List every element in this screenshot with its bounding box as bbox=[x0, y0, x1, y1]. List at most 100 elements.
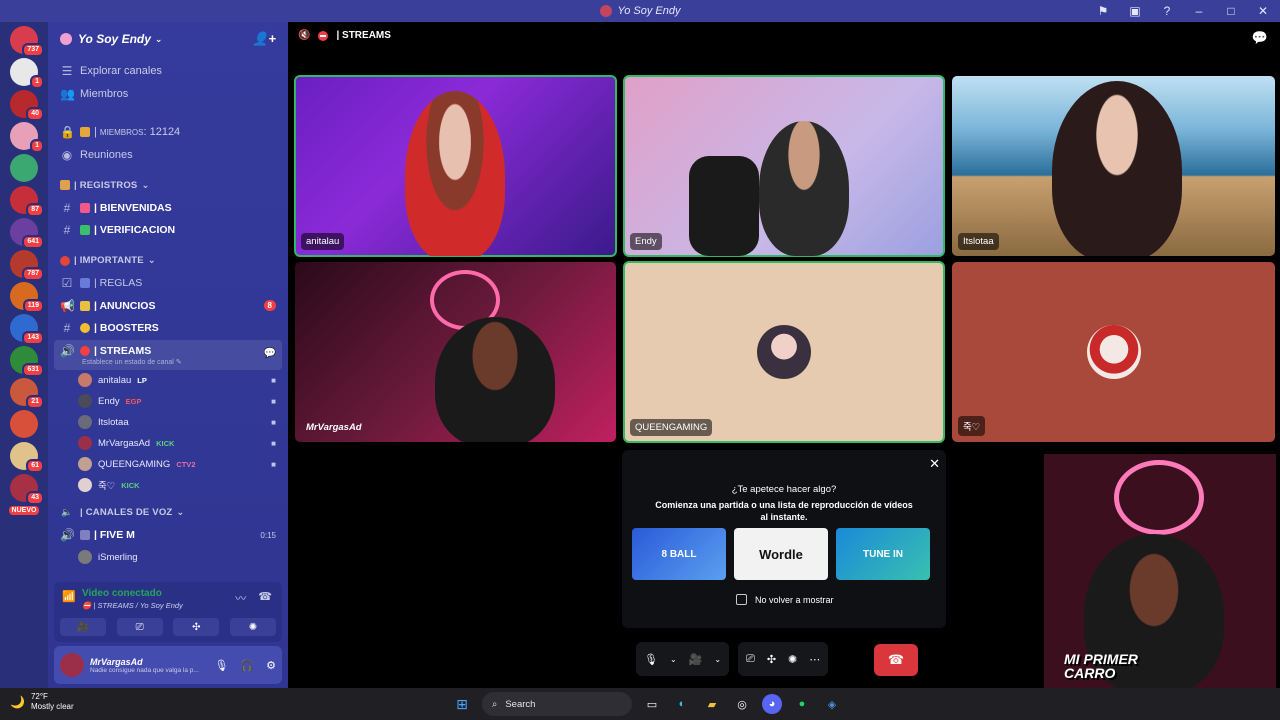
video-tile[interactable]: MrVargasAd bbox=[295, 262, 616, 442]
channel-fivem[interactable]: 🔊 | FIVE M 0:15 bbox=[48, 524, 288, 547]
activity-card-tunein[interactable]: TUNE IN bbox=[836, 528, 930, 580]
minimize-icon[interactable]: – bbox=[1190, 4, 1208, 18]
channel-status-text[interactable]: Establece un estado de canal bbox=[82, 359, 174, 366]
category-registros[interactable]: | REGISTROS ⌄ bbox=[48, 174, 288, 197]
screen-icon[interactable]: ▣ bbox=[1126, 4, 1144, 18]
activities-icon[interactable]: ✣ bbox=[767, 653, 776, 666]
sidebar-item-explore[interactable]: ☰ Explorar canales bbox=[48, 60, 288, 83]
chat-icon[interactable]: 💬 bbox=[1252, 30, 1268, 46]
microphone-icon[interactable]: 🎙 bbox=[214, 659, 228, 672]
server-icon[interactable]: 787 bbox=[10, 250, 44, 281]
voice-member[interactable]: iSmerling bbox=[48, 547, 288, 568]
more-icon[interactable]: ⋯ bbox=[809, 653, 820, 666]
server-icon[interactable]: 43 bbox=[10, 474, 44, 505]
video-tile[interactable]: Itslotaa bbox=[952, 76, 1275, 256]
channel-anuncios[interactable]: 📢 | ANUNCIOS 8 bbox=[48, 295, 288, 318]
server-icon[interactable]: 631 bbox=[10, 346, 44, 377]
settings-icon[interactable]: ⚙ bbox=[266, 659, 276, 672]
help-icon[interactable]: ? bbox=[1158, 4, 1176, 18]
microphone-icon[interactable]: 🎙 bbox=[644, 653, 658, 666]
video-tile[interactable]: 죽♡ bbox=[952, 262, 1275, 442]
guild-header[interactable]: Yo Soy Endy ⌄ 👤+ bbox=[48, 22, 288, 56]
server-icon[interactable]: 21 bbox=[10, 378, 44, 409]
server-icon[interactable] bbox=[10, 154, 38, 182]
screen-share-button[interactable]: ⎚ bbox=[116, 618, 163, 636]
server-icon[interactable]: 641 bbox=[10, 218, 44, 249]
category-label: | IMPORTANTE bbox=[74, 255, 144, 267]
spotify-icon[interactable]: ● bbox=[792, 694, 812, 714]
voice-member[interactable]: QUEENGAMING CTV2 ■ bbox=[48, 454, 288, 475]
camera-button[interactable]: 🎥 bbox=[60, 618, 106, 636]
server-icon[interactable]: 61 bbox=[10, 442, 44, 473]
maximize-icon[interactable]: □ bbox=[1222, 4, 1240, 18]
chevron-down-icon[interactable]: ⌄ bbox=[714, 655, 721, 664]
activity-card-8ball[interactable]: 8 BALL bbox=[632, 528, 726, 580]
tile-label: 죽♡ bbox=[958, 416, 986, 436]
voice-member[interactable]: Endy EGP ■ bbox=[48, 391, 288, 412]
weather-moon-icon: 🌙 bbox=[10, 695, 25, 709]
category-importante[interactable]: | IMPORTANTE ⌄ bbox=[48, 250, 288, 273]
disconnect-icon[interactable]: ☎ bbox=[258, 590, 272, 606]
camera-icon[interactable]: 🎥 bbox=[689, 653, 703, 666]
chrome-icon[interactable]: ◎ bbox=[732, 694, 752, 714]
soundboard-button[interactable]: ✺ bbox=[229, 618, 276, 636]
channel-streams[interactable]: 🔊 | STREAMS Establece un estado de canal… bbox=[54, 339, 282, 370]
invite-icon[interactable]: 👤+ bbox=[252, 31, 276, 47]
sidebar-item-member-count[interactable]: 🔒 | miembros: 12124 bbox=[48, 121, 288, 144]
server-icon[interactable]: 40 bbox=[10, 90, 44, 121]
edge-icon[interactable]: ◐ bbox=[672, 694, 692, 714]
channel-boosters[interactable]: # | BOOSTERS bbox=[48, 317, 288, 340]
server-icon[interactable]: 119 bbox=[10, 282, 44, 313]
voice-member[interactable]: Itslotaa ■ bbox=[48, 412, 288, 433]
avatar[interactable] bbox=[60, 653, 84, 677]
voice-member[interactable]: anitalau LP ■ bbox=[48, 370, 288, 391]
channel-reglas[interactable]: ☑ | REGLAS bbox=[48, 272, 288, 295]
activities-button[interactable]: ✣ bbox=[173, 618, 220, 636]
server-icon[interactable]: 737 bbox=[10, 26, 44, 57]
disconnect-button[interactable]: ☎ bbox=[874, 644, 918, 676]
channel-bienvenidas[interactable]: # | BIENVENIDAS bbox=[48, 197, 288, 220]
soundboard-icon[interactable]: ✺ bbox=[788, 653, 797, 666]
video-tile[interactable]: Endy bbox=[623, 75, 945, 257]
chevron-down-icon[interactable]: ⌄ bbox=[670, 655, 677, 664]
sidebar-item-members[interactable]: 👥 Miembros bbox=[48, 83, 288, 106]
server-icon[interactable] bbox=[10, 410, 38, 438]
inbox-flag-icon[interactable]: ⚑ bbox=[1094, 4, 1112, 18]
voice-member[interactable]: 죽♡ KICK bbox=[48, 475, 288, 496]
close-icon[interactable]: ✕ bbox=[929, 456, 940, 472]
member-name: Endy bbox=[98, 395, 120, 407]
pencil-icon[interactable]: ✎ bbox=[176, 359, 182, 366]
app-icon[interactable]: ◈ bbox=[822, 694, 842, 714]
chevron-down-icon: ⌄ bbox=[141, 179, 150, 191]
voice-member[interactable]: MrVargasAd KICK ■ bbox=[48, 433, 288, 454]
task-view-icon[interactable]: ▭ bbox=[642, 694, 662, 714]
taskbar-search[interactable]: ⌕ Search bbox=[482, 692, 632, 716]
sidebar-item-meetings[interactable]: ◉ Reuniones bbox=[48, 144, 288, 167]
chat-bubble-icon[interactable]: 💬 bbox=[264, 348, 276, 359]
video-tile[interactable]: QUEENGAMING bbox=[623, 261, 945, 443]
video-tile[interactable]: anitalau bbox=[294, 75, 617, 257]
close-window-icon[interactable]: ✕ bbox=[1254, 4, 1272, 18]
pip-stream-video[interactable]: MI PRIMER CARRO bbox=[1044, 454, 1276, 688]
headphones-icon[interactable]: 🎧 bbox=[240, 659, 254, 672]
discord-icon[interactable]: ◕ bbox=[762, 694, 782, 714]
file-explorer-icon[interactable]: ▰ bbox=[702, 694, 722, 714]
member-name: iSmerling bbox=[98, 551, 138, 563]
user-panel[interactable]: MrVargasAd Nadie consigue nada que valga… bbox=[54, 646, 282, 684]
weather-widget[interactable]: 🌙 72°F Mostly clear bbox=[10, 692, 74, 712]
signal-icon[interactable]: 📶 bbox=[62, 590, 76, 603]
category-voz[interactable]: 🔈 | CANALES DE VOZ ⌄ bbox=[48, 502, 288, 525]
screen-share-icon[interactable]: ⎚ bbox=[746, 653, 755, 666]
server-icon[interactable]: 1 bbox=[10, 58, 44, 89]
activity-card-wordle[interactable]: Wordle bbox=[734, 528, 828, 580]
server-icon[interactable]: 143 bbox=[10, 314, 44, 345]
channel-verificacion[interactable]: # | VERIFICACION bbox=[48, 219, 288, 242]
stage-icon: ◉ bbox=[61, 147, 73, 162]
server-icon[interactable]: 1 bbox=[10, 122, 44, 153]
dont-show-again[interactable]: No volver a mostrar bbox=[736, 594, 834, 605]
noise-suppression-icon[interactable]: 〰 bbox=[235, 590, 246, 606]
checkbox[interactable] bbox=[736, 594, 747, 605]
member-name: Itslotaa bbox=[98, 416, 129, 428]
server-icon[interactable]: 87 bbox=[10, 186, 44, 217]
windows-start-icon[interactable]: ⊞ bbox=[452, 694, 472, 714]
